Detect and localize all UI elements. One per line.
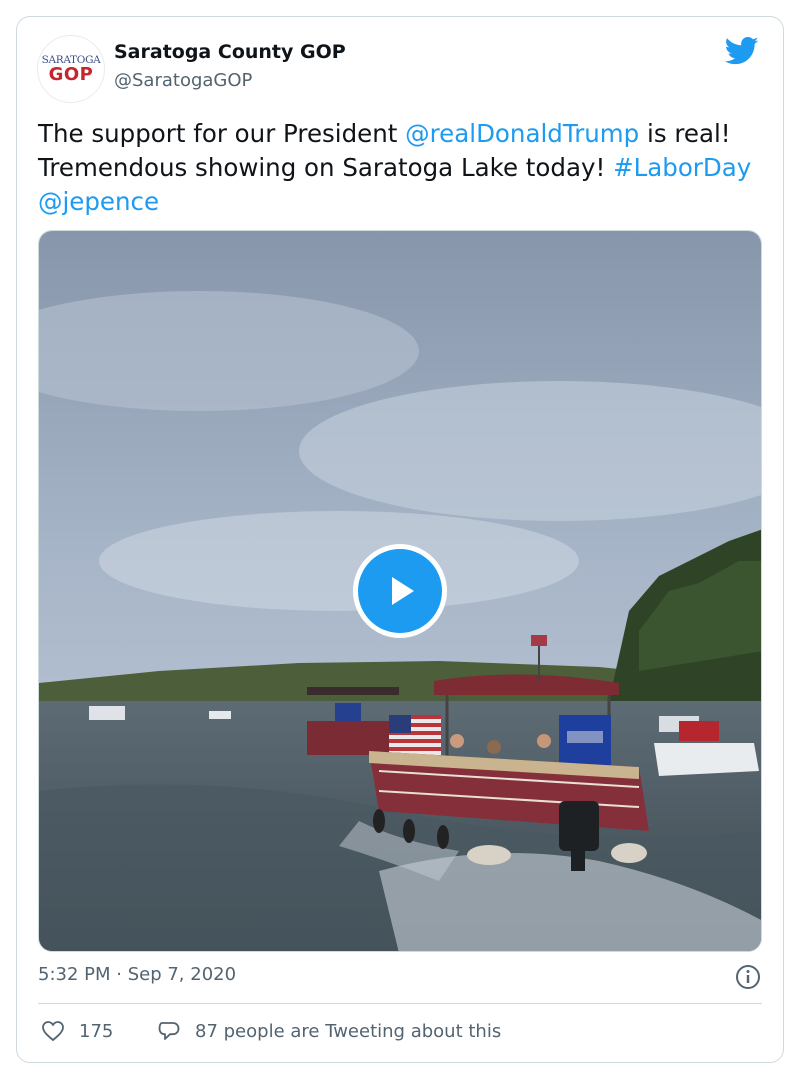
video-player[interactable] bbox=[38, 230, 762, 952]
reply-link[interactable]: 87 people are Tweeting about this bbox=[157, 1019, 501, 1043]
like-count: 175 bbox=[79, 1020, 114, 1042]
avatar[interactable]: SARATOGA GOP bbox=[37, 35, 105, 103]
tweet-text-part: The support for our President bbox=[38, 119, 406, 148]
divider bbox=[38, 1003, 762, 1004]
display-name[interactable]: Saratoga County GOP bbox=[114, 41, 346, 63]
tweet-timestamp[interactable]: 5:32 PM · Sep 7, 2020 bbox=[38, 964, 236, 985]
mention-link[interactable]: @jepence bbox=[38, 187, 159, 216]
heart-icon bbox=[42, 1021, 64, 1042]
tweet-card: SARATOGA GOP Saratoga County GOP @Sarato… bbox=[16, 16, 784, 1063]
like-button[interactable]: 175 bbox=[41, 1019, 113, 1043]
info-icon[interactable] bbox=[735, 964, 761, 990]
tweeting-about-text: 87 people are Tweeting about this bbox=[195, 1020, 502, 1042]
account-handle[interactable]: @SaratogaGOP bbox=[114, 70, 252, 91]
tweet-text: The support for our President @realDonal… bbox=[38, 117, 758, 219]
avatar-text-bottom: GOP bbox=[48, 64, 94, 85]
reply-bubble-icon bbox=[158, 1022, 180, 1040]
play-icon bbox=[392, 577, 414, 605]
mention-link[interactable]: @realDonaldTrump bbox=[405, 119, 639, 148]
play-button[interactable] bbox=[353, 544, 447, 638]
hashtag-link[interactable]: #LaborDay bbox=[613, 153, 751, 182]
twitter-bird-icon[interactable] bbox=[725, 36, 759, 66]
